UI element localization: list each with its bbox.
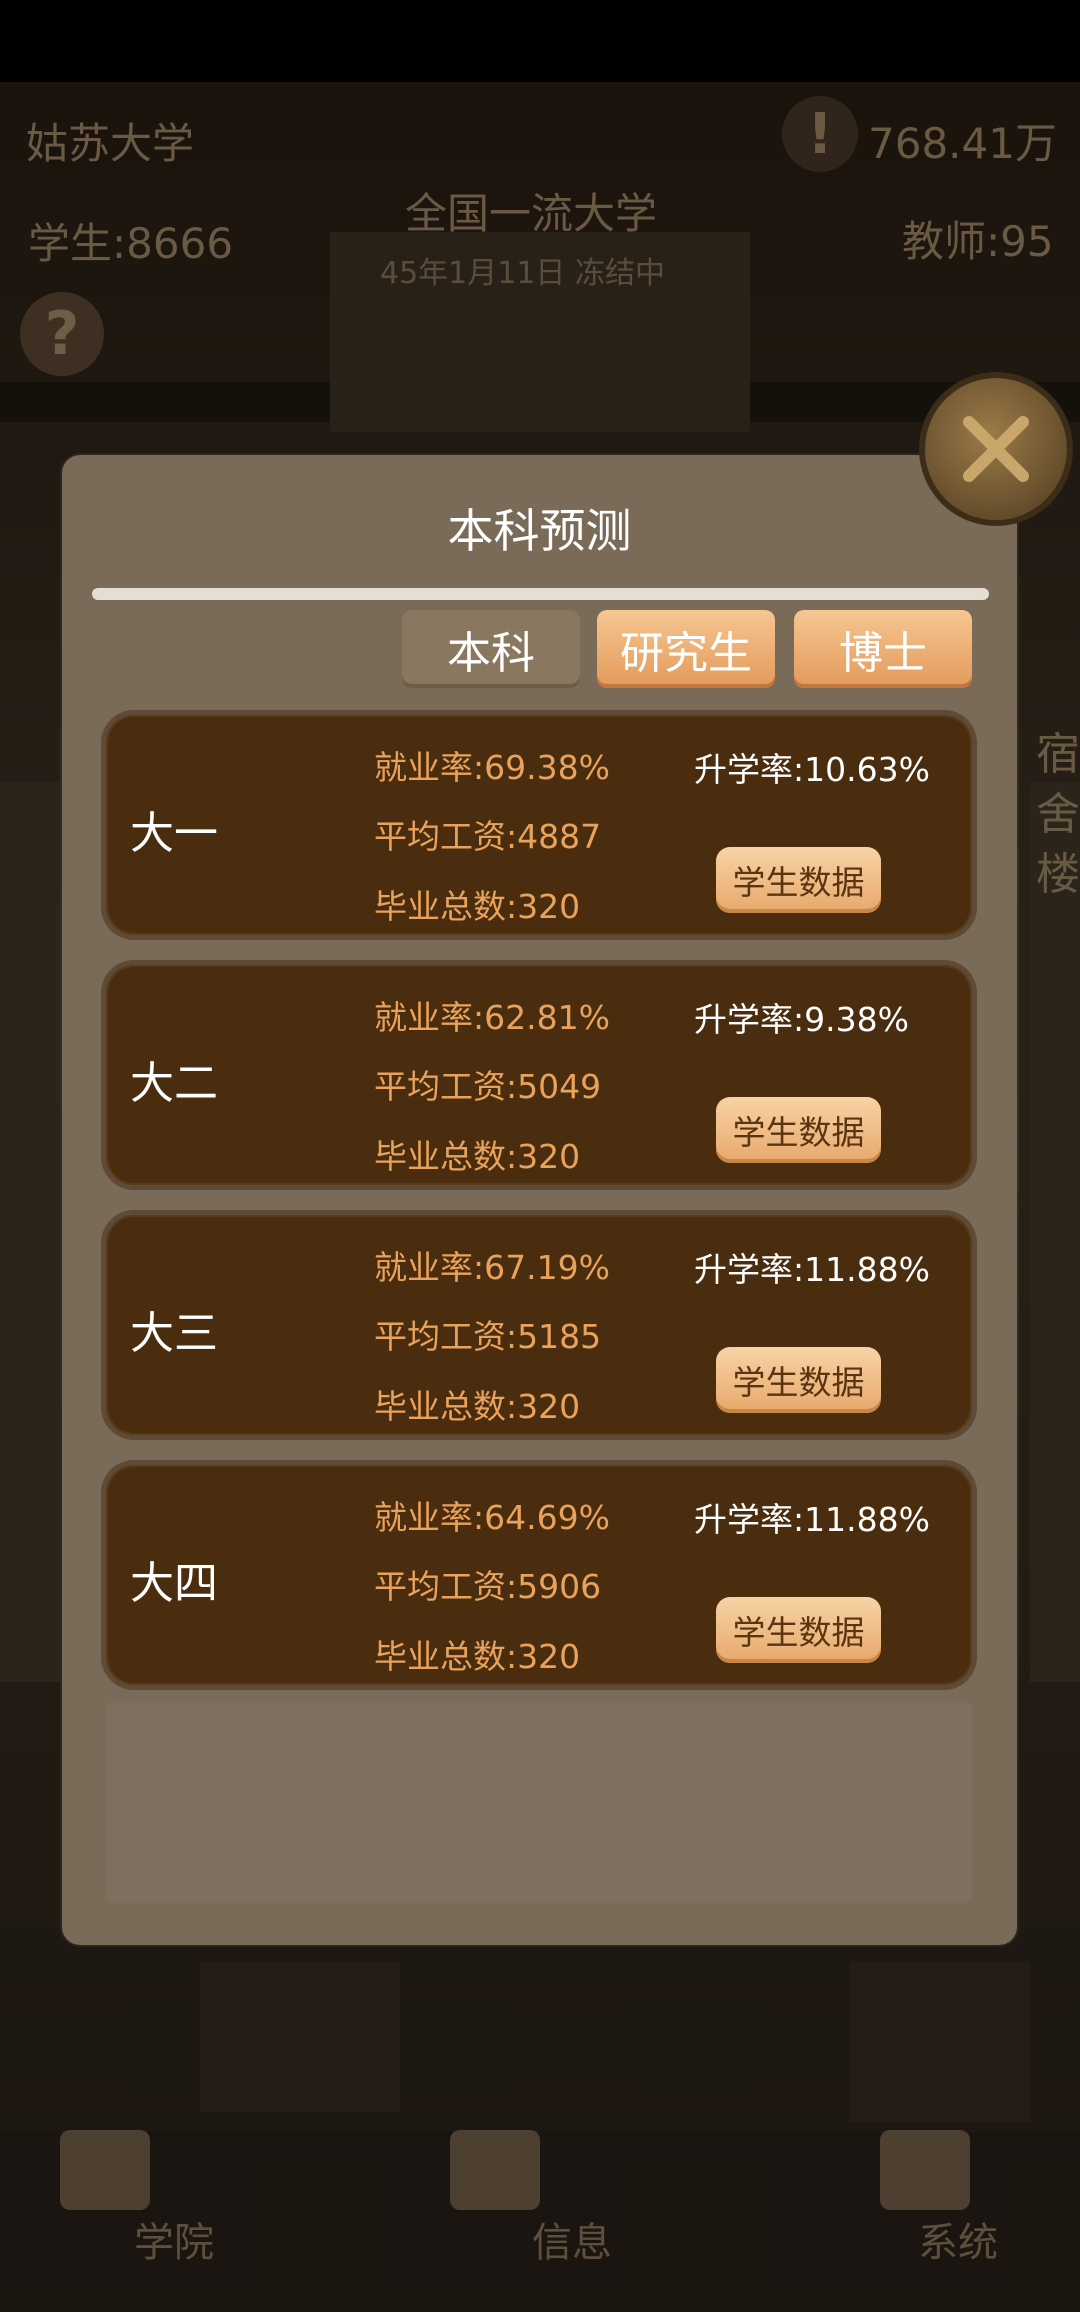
further-study-rate: 升学率:11.88%: [694, 1500, 930, 1539]
further-study-rate: 升学率:11.88%: [694, 1250, 930, 1289]
employment-rate: 就业率:64.69%: [374, 1498, 610, 1537]
employment-rate: 就业率:67.19%: [374, 1248, 610, 1287]
year-label: 大二: [130, 1058, 218, 1109]
undergrad-forecast-dialog: 本科预测 本科 研究生 博士 大一 就业率:69.38% 平均工资:4887 毕…: [62, 455, 1017, 1945]
close-x-icon: [963, 416, 1029, 482]
alert-icon[interactable]: !: [782, 96, 858, 172]
dialog-title: 本科预测: [447, 504, 632, 558]
money-display: 768.41万: [868, 119, 1057, 168]
tab-graduate[interactable]: 研究生: [597, 610, 775, 688]
list-empty-area: [106, 1703, 972, 1903]
year-label: 大一: [130, 808, 218, 859]
info-icon[interactable]: [450, 2130, 540, 2210]
college-icon[interactable]: [60, 2130, 150, 2210]
student-data-button[interactable]: 学生数据: [716, 847, 881, 913]
student-data-button[interactable]: 学生数据: [716, 1097, 881, 1163]
dormitory-label: 宿舍楼: [1036, 729, 1080, 900]
rank-title: 全国一流大学: [405, 189, 658, 238]
student-data-button[interactable]: 学生数据: [716, 1597, 881, 1663]
student-data-button[interactable]: 学生数据: [716, 1347, 881, 1413]
average-salary: 平均工资:5185: [374, 1317, 602, 1356]
year-row-3: 大三 就业率:67.19% 平均工资:5185 毕业总数:320 升学率:11.…: [106, 1215, 972, 1435]
help-icon[interactable]: ?: [20, 292, 104, 376]
employment-rate: 就业率:69.38%: [374, 748, 610, 787]
graduate-total: 毕业总数:320: [374, 1637, 581, 1676]
year-label: 大四: [130, 1558, 218, 1609]
year-row-1: 大一 就业率:69.38% 平均工资:4887 毕业总数:320 升学率:10.…: [106, 715, 972, 935]
employment-rate: 就业率:62.81%: [374, 998, 610, 1037]
tab-doctorate[interactable]: 博士: [794, 610, 972, 688]
nav-info[interactable]: 信息: [532, 2210, 612, 2268]
close-button[interactable]: [925, 378, 1067, 520]
school-name: 姑苏大学: [26, 119, 195, 168]
nav-system[interactable]: 系统: [918, 2210, 998, 2268]
graduate-total: 毕业总数:320: [374, 887, 581, 926]
nav-college[interactable]: 学院: [134, 2210, 214, 2268]
graduate-total: 毕业总数:320: [374, 1387, 581, 1426]
average-salary: 平均工资:5049: [374, 1067, 602, 1106]
title-divider: [92, 588, 989, 600]
teacher-count: 教师:95: [902, 217, 1054, 266]
system-icon[interactable]: [880, 2130, 970, 2210]
year-row-2: 大二 就业率:62.81% 平均工资:5049 毕业总数:320 升学率:9.3…: [106, 965, 972, 1185]
date-status: 45年1月11日 冻结中: [380, 256, 665, 291]
year-row-4: 大四 就业率:64.69% 平均工资:5906 毕业总数:320 升学率:11.…: [106, 1465, 972, 1685]
student-count: 学生:8666: [28, 219, 234, 268]
further-study-rate: 升学率:10.63%: [694, 750, 930, 789]
year-label: 大三: [130, 1308, 218, 1359]
graduate-total: 毕业总数:320: [374, 1137, 581, 1176]
tab-undergrad[interactable]: 本科: [402, 610, 580, 688]
further-study-rate: 升学率:9.38%: [694, 1000, 909, 1039]
average-salary: 平均工资:4887: [374, 817, 602, 856]
average-salary: 平均工资:5906: [374, 1567, 602, 1606]
